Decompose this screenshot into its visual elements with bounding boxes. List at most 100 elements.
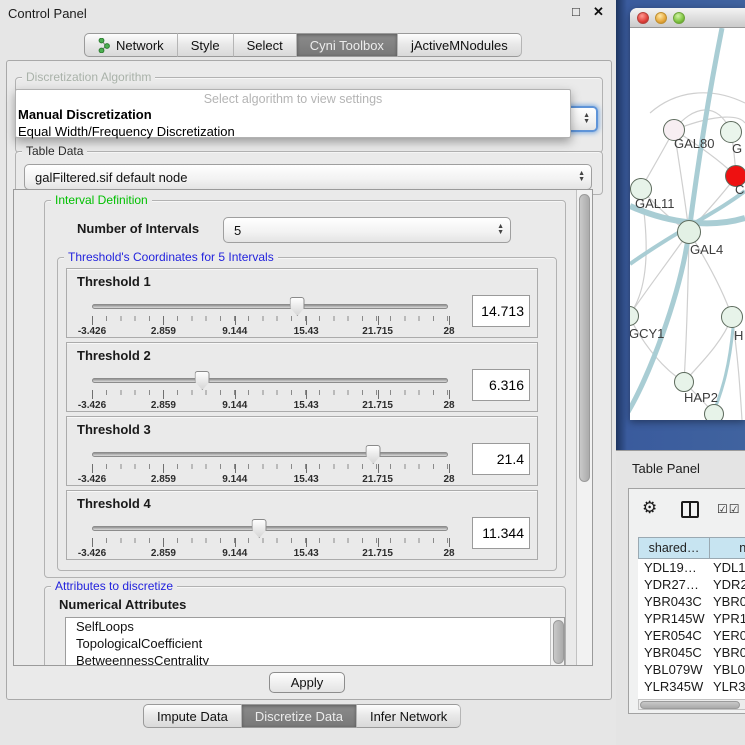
slider-track[interactable]: [92, 304, 448, 309]
select-columns-checkboxes-icon[interactable]: ☑☑: [717, 502, 741, 516]
slider-track[interactable]: [92, 452, 448, 457]
node-g-partial[interactable]: [720, 121, 742, 143]
column-layout-icon[interactable]: [681, 501, 699, 518]
gear-icon[interactable]: ⚙: [642, 498, 657, 518]
popup-item-equal-width-frequency[interactable]: Equal Width/Frequency Discretization: [16, 123, 570, 140]
combo-stepper-icon[interactable]: ▲▼: [583, 108, 590, 130]
threshold-4-slider[interactable]: -3.4262.8599.14415.4321.71528: [92, 518, 448, 558]
cell-shared-name[interactable]: YDR27…: [644, 576, 699, 593]
slider-tick-labels: -3.4262.8599.14415.4321.71528: [92, 400, 449, 412]
slider-thumb[interactable]: [195, 371, 210, 390]
list-item-topologicalcoefficient[interactable]: TopologicalCoefficient: [66, 635, 564, 652]
tab-style[interactable]: Style: [178, 33, 234, 57]
zoom-traffic-light-icon[interactable]: [673, 12, 685, 24]
control-panel-window: Control Panel □ ✕ Network Style Select C…: [0, 0, 618, 745]
table-toolbar: ⚙ ☑☑: [629, 489, 745, 529]
cell-name[interactable]: YBL0: [713, 661, 745, 678]
slider-thumb[interactable]: [290, 297, 305, 316]
table-row[interactable]: YBL079W YBL0: [638, 661, 745, 678]
network-canvas[interactable]: GAL80 G C GAL11 GAL4 GCY1 H HAP2: [630, 28, 745, 420]
threshold-4-value-field[interactable]: 11.344: [472, 517, 530, 549]
tab-infer-network[interactable]: Infer Network: [357, 704, 461, 728]
list-item-betweennesscentrality[interactable]: BetweennessCentrality: [66, 652, 564, 666]
tab-infer-network-label: Infer Network: [370, 709, 447, 724]
slider-thumb[interactable]: [366, 445, 381, 464]
popup-item-manual-discretization[interactable]: Manual Discretization: [16, 106, 570, 123]
slider-track[interactable]: [92, 526, 448, 531]
table-row[interactable]: YBR043C YBR0: [638, 593, 745, 610]
cell-name[interactable]: YDL1: [713, 559, 745, 576]
close-traffic-light-icon[interactable]: [637, 12, 649, 24]
threshold-4-label: Threshold 4: [77, 496, 151, 511]
tab-network[interactable]: Network: [84, 33, 178, 57]
table-row[interactable]: YER054C YER0: [638, 627, 745, 644]
cell-shared-name[interactable]: YPR145W: [644, 610, 705, 627]
control-panel-title: Control Panel: [8, 6, 87, 21]
table-row[interactable]: YBR045C YBR0: [638, 644, 745, 661]
threshold-3-slider[interactable]: -3.4262.8599.14415.4321.71528: [92, 444, 448, 484]
number-of-intervals-combobox[interactable]: 5 ▲▼: [223, 217, 511, 243]
settings-vertical-scrollbar[interactable]: [576, 190, 592, 665]
cell-shared-name[interactable]: YBL079W: [644, 661, 703, 678]
cell-name[interactable]: YLR3: [713, 678, 745, 695]
table-row[interactable]: YPR145W YPR1: [638, 610, 745, 627]
network-window-titlebar[interactable]: [630, 8, 745, 28]
table-row[interactable]: YDR27… YDR2: [638, 576, 745, 593]
slider-thumb[interactable]: [252, 519, 267, 538]
node-label-h-partial: H: [734, 328, 743, 343]
cell-shared-name[interactable]: YDL19…: [644, 559, 697, 576]
slider-ticks: [92, 316, 449, 325]
node-bottom-partial[interactable]: [704, 404, 724, 420]
cell-name[interactable]: YPR1: [713, 610, 745, 627]
slider-tick-labels: -3.4262.8599.14415.4321.71528: [92, 326, 449, 338]
node-h-partial[interactable]: [721, 306, 743, 328]
tab-jactivemnodules[interactable]: jActiveMNodules: [398, 33, 522, 57]
table-row[interactable]: YLR345W YLR3: [638, 678, 745, 695]
column-header-name[interactable]: n…: [709, 537, 745, 559]
table-row[interactable]: YDL19… YDL1: [638, 559, 745, 576]
slider-track[interactable]: [92, 378, 448, 383]
tab-impute-data[interactable]: Impute Data: [143, 704, 242, 728]
threshold-1-slider[interactable]: -3.4262.8599.14415.4321.71528: [92, 296, 448, 336]
cell-name[interactable]: YBR0: [713, 593, 745, 610]
cell-shared-name[interactable]: YLR345W: [644, 678, 703, 695]
cell-shared-name[interactable]: YBR043C: [644, 593, 702, 610]
scrollbar-thumb[interactable]: [640, 701, 740, 709]
tab-cyni-toolbox-label: Cyni Toolbox: [310, 38, 384, 53]
apply-button[interactable]: Apply: [269, 672, 345, 693]
minimize-traffic-light-icon[interactable]: [655, 12, 667, 24]
table-data-combobox[interactable]: galFiltered.sif default node ▲▼: [24, 164, 592, 190]
attributes-group: Attributes to discretize Numerical Attri…: [44, 586, 566, 666]
tab-cyni-toolbox[interactable]: Cyni Toolbox: [297, 33, 398, 57]
cell-shared-name[interactable]: YBR045C: [644, 644, 702, 661]
attributes-list-scrollbar[interactable]: [550, 618, 564, 666]
threshold-2-value-field[interactable]: 6.316: [472, 369, 530, 401]
slider-tick-labels: -3.4262.8599.14415.4321.71528: [92, 474, 449, 486]
node-label-gcy1: GCY1: [630, 326, 664, 341]
cell-name[interactable]: YER0: [713, 627, 745, 644]
tab-discretize-data[interactable]: Discretize Data: [242, 704, 357, 728]
node-hap2[interactable]: [674, 372, 694, 392]
threshold-2-slider[interactable]: -3.4262.8599.14415.4321.71528: [92, 370, 448, 410]
node-label-hap2: HAP2: [684, 390, 718, 405]
threshold-3-value-field[interactable]: 21.4: [472, 443, 530, 475]
cell-shared-name[interactable]: YER054C: [644, 627, 702, 644]
combo-stepper-icon[interactable]: ▲▼: [497, 218, 504, 242]
node-label-gal11: GAL11: [635, 196, 675, 211]
list-item-selfloops[interactable]: SelfLoops: [66, 618, 564, 635]
node-gal4[interactable]: [677, 220, 701, 244]
threshold-2-box: Threshold 2 -3.4262.8599.14415.4321.7152…: [66, 342, 538, 412]
close-panel-icon[interactable]: ✕: [593, 4, 604, 20]
tab-network-label: Network: [116, 38, 164, 53]
combo-stepper-icon[interactable]: ▲▼: [578, 165, 585, 189]
column-header-shared-name[interactable]: shared…: [638, 537, 710, 559]
scrollbar-thumb[interactable]: [579, 194, 590, 482]
cell-name[interactable]: YBR0: [713, 644, 745, 661]
float-window-icon[interactable]: □: [572, 4, 580, 19]
table-horizontal-scrollbar[interactable]: [638, 699, 745, 710]
settings-scroll-viewport: Interval Definition Number of Intervals …: [13, 189, 593, 666]
cell-name[interactable]: YDR2: [713, 576, 745, 593]
threshold-1-label: Threshold 1: [77, 274, 151, 289]
threshold-1-value-field[interactable]: 14.713: [472, 295, 530, 327]
tab-select[interactable]: Select: [234, 33, 297, 57]
